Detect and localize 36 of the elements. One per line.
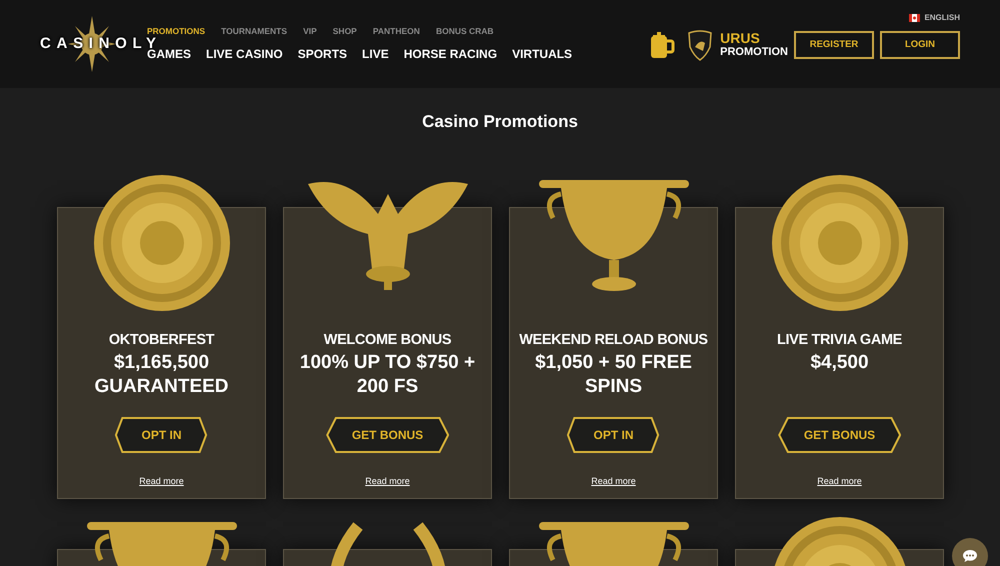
nav-link[interactable]: SHOP (332, 24, 357, 38)
nav-link[interactable]: BONUS CRAB (436, 24, 494, 38)
promotion-amount: $1,050 + 50 FREE SPINS (534, 351, 693, 400)
nav-link[interactable]: PANTHEON (372, 24, 420, 38)
nav-link[interactable]: VIP (303, 24, 317, 38)
nav-link[interactable]: HORSE RACING (404, 45, 498, 64)
promotion-button[interactable]: GET BONUS (778, 417, 902, 454)
login-button[interactable]: LOGIN (880, 31, 960, 59)
nav-link[interactable]: PROMOTIONS (147, 24, 206, 38)
read-more-link[interactable]: Read more (817, 475, 862, 489)
promotion-amount: 100% UP TO $750 + 200 FS (298, 351, 476, 400)
promotion-title: LIVE TRIVIA GAME (777, 330, 902, 350)
nav-link[interactable]: VIRTUALS (512, 45, 572, 64)
promotion-title: WEEKEND RELOAD BONUS (519, 330, 708, 350)
language-link[interactable]: ENGLISH (924, 12, 960, 24)
promotion-title[interactable]: URUS (720, 31, 788, 45)
page-title: Casino Promotions (421, 111, 579, 133)
read-more-link[interactable]: Read more (591, 475, 636, 489)
read-more-link[interactable]: Read more (365, 475, 410, 489)
nav-link[interactable]: TOURNAMENTS (221, 24, 288, 38)
promotion-title: WELCOME BONUS (324, 330, 452, 350)
promotion-title: OKTOBERFEST (108, 330, 214, 350)
promotion-button[interactable]: OPT IN (567, 417, 660, 454)
nav-link[interactable]: LIVE CASINO (206, 45, 283, 64)
register-button[interactable]: REGISTER (794, 31, 874, 59)
promotion-amount: $4,500 (809, 351, 870, 376)
chat-button[interactable] (952, 538, 988, 566)
promotion-button[interactable]: GET BONUS (326, 417, 450, 454)
flag-icon (909, 14, 920, 22)
nav-link[interactable]: SPORTS (298, 45, 348, 64)
read-more-link[interactable]: Read more (139, 475, 184, 489)
chat-bubble-icon (962, 549, 978, 563)
promotion-subtitle[interactable]: PROMOTION (720, 45, 788, 59)
promotion-amount: $1,165,500 GUARANTEED (93, 351, 230, 400)
nav-link[interactable]: LIVE (362, 45, 389, 64)
promotion-button[interactable]: OPT IN (115, 417, 208, 454)
